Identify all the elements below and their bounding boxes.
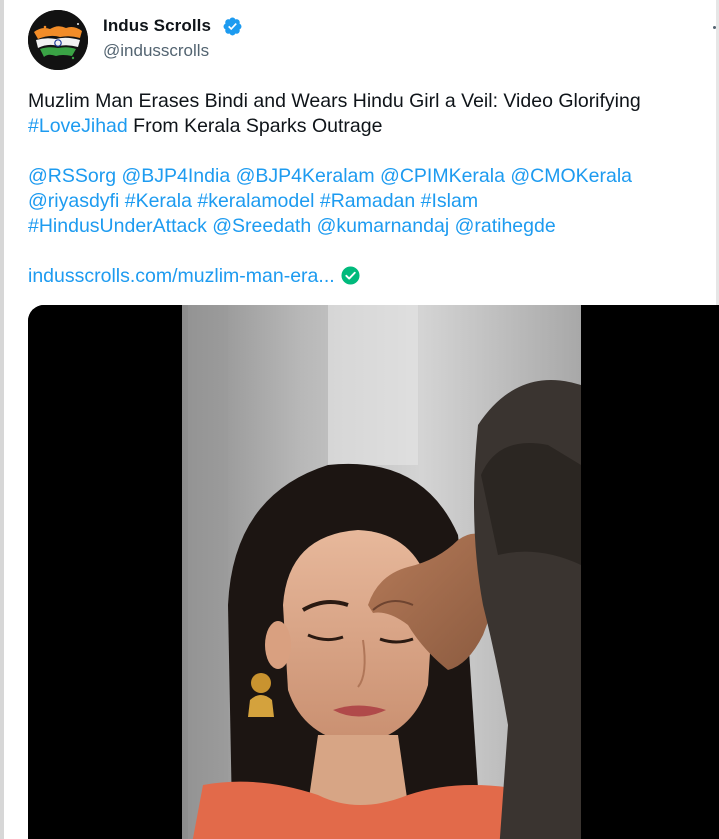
tweet-headline-rest: From Kerala Sparks Outrage bbox=[127, 115, 383, 137]
mentions-line[interactable]: @RSSorg @BJP4India @BJP4Keralam @CPIMKer… bbox=[28, 164, 713, 189]
more-options-icon[interactable] bbox=[713, 26, 716, 29]
article-link-line: indusscrolls.com/muzlim-man-era... bbox=[28, 264, 713, 289]
hashtag-link[interactable]: #LoveJihad bbox=[28, 115, 128, 137]
article-link[interactable]: indusscrolls.com/muzlim-man-era... bbox=[28, 265, 335, 287]
avatar[interactable] bbox=[28, 10, 88, 70]
verified-badge-icon bbox=[223, 17, 242, 36]
tweet-card: Indus Scrolls @indusscrolls Muzlim Man E… bbox=[0, 0, 719, 839]
tweet-text: Muzlim Man Erases Bindi and Wears Hindu … bbox=[28, 89, 713, 289]
display-name[interactable]: Indus Scrolls bbox=[103, 16, 211, 36]
check-circle-icon bbox=[341, 266, 360, 285]
india-flag-avatar-icon bbox=[28, 10, 88, 70]
window-left-border bbox=[0, 0, 4, 839]
tweet-headline-line-2: #LoveJihad From Kerala Sparks Outrage bbox=[28, 114, 713, 139]
mentions-line[interactable]: #HindusUnderAttack @Sreedath @kumarnanda… bbox=[28, 214, 713, 239]
tweet-headline-line: Muzlim Man Erases Bindi and Wears Hindu … bbox=[28, 90, 641, 112]
video-player[interactable] bbox=[28, 305, 719, 839]
video-thumbnail bbox=[28, 305, 719, 839]
mentions-line[interactable]: @riyasdyfi #Kerala #keralamodel #Ramadan… bbox=[28, 189, 713, 214]
account-handle[interactable]: @indusscrolls bbox=[103, 41, 209, 61]
